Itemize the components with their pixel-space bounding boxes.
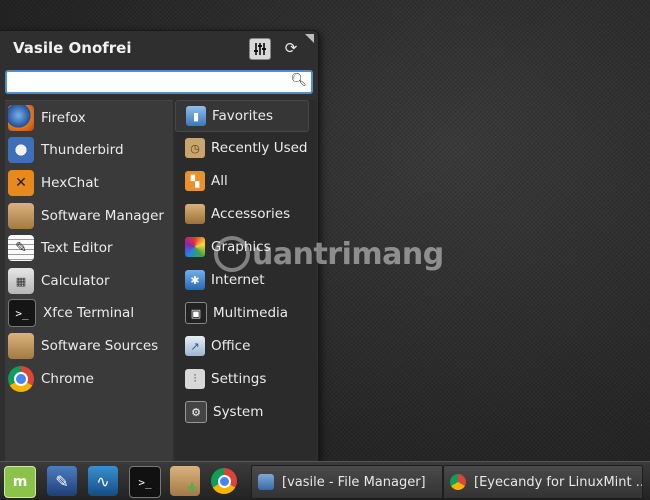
app-label: Chrome (41, 371, 94, 387)
category-label: Office (211, 338, 251, 354)
text-editor-icon: ✎ (8, 235, 34, 261)
app-label: Xfce Terminal (43, 305, 135, 321)
window-manager-launcher[interactable]: ✎ (47, 466, 77, 496)
watermark: uantrimang (214, 236, 444, 272)
app-item-firefox[interactable]: Firefox (5, 103, 86, 133)
system-monitor-icon: ∿ (96, 471, 110, 491)
chrome-icon (8, 366, 34, 392)
app-item-calculator[interactable]: ▦ Calculator (5, 266, 110, 296)
category-label: Settings (211, 371, 267, 387)
accessories-icon (185, 204, 205, 224)
software-manager-icon: ✚ (186, 481, 198, 495)
terminal-icon: >_ (138, 475, 152, 489)
app-item-chrome[interactable]: Chrome (5, 364, 94, 394)
mint-menu-button[interactable]: m (4, 466, 36, 498)
search-icon: 🔍︎ (290, 73, 307, 88)
settings-icon: ⫶ (185, 369, 205, 389)
watermark-text: uantrimang (252, 236, 444, 272)
app-item-software-sources[interactable]: Software Sources (5, 331, 158, 361)
software-manager-launcher[interactable]: ✚ (170, 466, 200, 496)
category-office[interactable]: ↗ Office (175, 331, 250, 361)
all-icon: ▚ (185, 171, 205, 191)
mint-menu-icon: m (12, 474, 28, 490)
resize-corner-icon[interactable] (305, 34, 314, 43)
chrome-icon (211, 468, 237, 494)
app-label: Text Editor (41, 240, 113, 256)
app-item-text-editor[interactable]: ✎ Text Editor (5, 233, 113, 263)
search-field[interactable]: 🔍︎ (5, 70, 313, 94)
sliders-icon (254, 43, 266, 55)
app-item-software-manager[interactable]: Software Manager (5, 201, 164, 231)
categories-list: ▮ Favorites ◷ Recently Used ▚ All Access… (175, 100, 317, 460)
search-input[interactable] (11, 73, 295, 93)
category-label: Accessories (211, 206, 291, 222)
taskbar: m ✎ ∿ >_ ✚ [vasile - File Manager] [Eyec… (0, 461, 650, 500)
category-label: System (213, 404, 264, 420)
thunderbird-icon (8, 137, 34, 163)
category-label: Favorites (212, 108, 273, 124)
multimedia-icon: ▣ (185, 302, 207, 324)
menu-settings-button[interactable] (249, 38, 271, 60)
category-label: Multimedia (213, 305, 289, 321)
firefox-icon (8, 105, 34, 131)
graphics-icon (185, 237, 205, 257)
system-icon: ⚙ (185, 401, 207, 423)
refresh-button[interactable]: ⟳ (281, 38, 301, 58)
category-all[interactable]: ▚ All (175, 166, 228, 196)
task-label: [vasile - File Manager] (282, 474, 426, 490)
app-item-hexchat[interactable]: ✕ HexChat (5, 168, 99, 198)
category-label: All (211, 173, 228, 189)
category-recently-used[interactable]: ◷ Recently Used (175, 133, 307, 163)
terminal-launcher[interactable]: >_ (129, 466, 161, 498)
category-label: Internet (211, 272, 265, 288)
app-item-thunderbird[interactable]: Thunderbird (5, 135, 124, 165)
chrome-icon (450, 474, 466, 490)
hexchat-icon: ✕ (8, 170, 34, 196)
file-manager-icon (258, 474, 274, 490)
category-label: Recently Used (211, 140, 308, 156)
task-label: [Eyecandy for LinuxMint ... (474, 474, 643, 490)
calculator-icon: ▦ (8, 268, 34, 294)
app-label: Thunderbird (41, 142, 124, 158)
app-label: Calculator (41, 273, 110, 289)
software-manager-icon (8, 203, 34, 229)
app-item-xfce-terminal[interactable]: >_ Xfce Terminal (5, 298, 134, 328)
watermark-logo-icon (214, 236, 250, 272)
software-sources-icon (8, 333, 34, 359)
terminal-icon: >_ (8, 299, 36, 327)
category-favorites[interactable]: ▮ Favorites (175, 100, 309, 132)
system-monitor-launcher[interactable]: ∿ (88, 466, 118, 496)
recently-used-icon: ◷ (185, 138, 205, 158)
category-multimedia[interactable]: ▣ Multimedia (175, 298, 288, 328)
user-name: Vasile Onofrei (13, 39, 132, 57)
app-label: Firefox (41, 110, 86, 126)
favorites-icon: ▮ (186, 106, 206, 126)
app-label: Software Manager (41, 208, 164, 224)
office-icon: ↗ (185, 336, 205, 356)
internet-icon: ✱ (185, 270, 205, 290)
category-settings[interactable]: ⫶ Settings (175, 364, 266, 394)
app-label: HexChat (41, 175, 99, 191)
task-file-manager[interactable]: [vasile - File Manager] (251, 465, 443, 499)
task-chrome[interactable]: [Eyecandy for LinuxMint ... (443, 465, 643, 499)
category-system[interactable]: ⚙ System (175, 397, 263, 427)
category-accessories[interactable]: Accessories (175, 199, 290, 229)
applications-list: Firefox Thunderbird ✕ HexChat Software M… (5, 100, 173, 461)
app-label: Software Sources (41, 338, 159, 354)
chrome-launcher[interactable] (209, 466, 239, 496)
window-manager-icon: ✎ (55, 471, 69, 491)
refresh-icon: ⟳ (284, 39, 298, 57)
